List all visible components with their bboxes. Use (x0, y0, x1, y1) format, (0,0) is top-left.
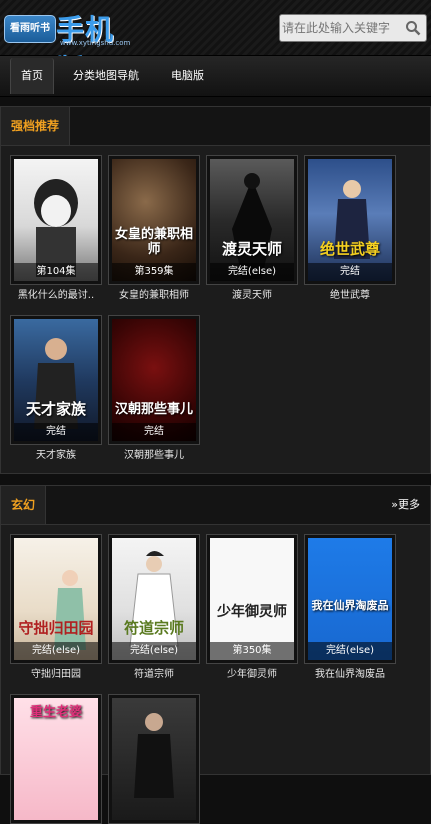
cover-image: 符道宗师 完结(else) (112, 538, 196, 660)
status-badge: 完结(else) (210, 263, 294, 281)
book-title[interactable]: 汉朝那些事儿 (102, 446, 206, 466)
book-title[interactable]: 天才家族 (4, 446, 108, 466)
status-badge: 完结(else) (14, 642, 98, 660)
cover-image: 汉朝那些事儿 完结 (112, 319, 196, 441)
cover-image: 渡灵天师 完结(else) (210, 159, 294, 281)
status-badge: 完结(else) (308, 642, 392, 660)
logo-url: www.xytingshu.com (60, 39, 131, 47)
book-cover[interactable]: 符道宗师 完结(else) (108, 534, 200, 664)
status-badge: 完结 (14, 423, 98, 441)
cover-image: 第104集 (14, 159, 98, 281)
status-badge: 完结 (308, 263, 392, 281)
cover-image: 我在仙界淘废品 完结(else) (308, 538, 392, 660)
episode-badge: 第104集 (14, 263, 98, 281)
cover-title: 符道宗师 (123, 618, 184, 637)
cover-title: 女皇的兼职相师 (114, 227, 193, 257)
app-header: 看雨听书 手机版 www.xytingshu.com (0, 0, 431, 86)
book-title[interactable]: 符道宗师 (102, 665, 206, 685)
cover-image: 天才家族 完结 (14, 319, 98, 441)
status-badge: 完结(else) (112, 642, 196, 660)
cover-image: 绝世武尊 完结 (308, 159, 392, 281)
more-link[interactable]: »更多 (391, 486, 420, 524)
book-title[interactable]: 绝世武尊 (298, 286, 402, 306)
search-input[interactable] (282, 17, 402, 39)
episode-badge: 第350集 (210, 642, 294, 660)
section-header: 强档推荐 (1, 107, 430, 146)
book-cover[interactable]: 天才家族 完结 (10, 315, 102, 445)
book-cover[interactable]: 我在仙界淘废品 完结(else) (304, 534, 396, 664)
book-title[interactable]: 守拙归田园 (4, 665, 108, 685)
book-cover[interactable]: 守拙归田园 完结(else) (10, 534, 102, 664)
book-cover[interactable]: 汉朝那些事儿 完结 (108, 315, 200, 445)
book-cover[interactable]: 渡灵天师 完结(else) (206, 155, 298, 285)
site-logo[interactable]: 看雨听书 手机版 www.xytingshu.com (4, 8, 139, 86)
cover-image (112, 698, 196, 820)
cover-title: 绝世武尊 (319, 239, 380, 258)
nav-category-map[interactable]: 分类地图导航 (73, 56, 139, 96)
book-title[interactable]: 女皇的兼职相师 (102, 286, 206, 306)
logo-badge: 看雨听书 (4, 15, 56, 43)
book-cover[interactable]: 重生老婆 (10, 694, 102, 824)
section-title: 玄幻 (1, 486, 47, 524)
book-cover[interactable]: 第104集 (10, 155, 102, 285)
cover-title: 汉朝那些事儿 (114, 401, 193, 417)
book-title[interactable]: 黑化什么的最讨.. (4, 286, 108, 306)
cover-image: 少年御灵师 第350集 (210, 538, 294, 660)
book-title[interactable]: 渡灵天师 (200, 286, 304, 306)
book-cover[interactable]: 女皇的兼职相师 第359集 (108, 155, 200, 285)
book-title[interactable]: 少年御灵师 (200, 665, 304, 685)
cover-title: 天才家族 (25, 399, 86, 418)
book-cover[interactable]: 少年御灵师 第350集 (206, 534, 298, 664)
section-fantasy: 玄幻 »更多 守拙归田园 完结(else) 守拙归田园 符道宗师 完结(else… (0, 485, 431, 824)
cover-image: 女皇的兼职相师 第359集 (112, 159, 196, 281)
cover-title: 渡灵天师 (221, 239, 282, 258)
cover-image: 守拙归田园 完结(else) (14, 538, 98, 660)
main-nav: 首页 分类地图导航 电脑版 (0, 56, 431, 97)
cover-image: 重生老婆 (14, 698, 98, 820)
book-title[interactable]: 我在仙界淘废品 (298, 665, 402, 685)
cover-title: 我在仙界淘废品 (311, 598, 389, 612)
book-cover[interactable]: 绝世武尊 完结 (304, 155, 396, 285)
nav-home[interactable]: 首页 (10, 58, 54, 94)
section-recommended: 强档推荐 第104集 黑化什么的最讨.. 女皇的兼职相师 第359集 女皇的兼职… (0, 106, 431, 474)
section-title: 强档推荐 (1, 107, 71, 145)
status-badge: 完结 (112, 423, 196, 441)
cover-title: 守拙归田园 (18, 618, 94, 637)
book-cover[interactable] (108, 694, 200, 824)
episode-badge: 第359集 (112, 263, 196, 281)
cover-title: 少年御灵师 (217, 603, 287, 620)
cover-title: 重生老婆 (29, 705, 82, 720)
nav-desktop-version[interactable]: 电脑版 (171, 56, 204, 96)
section-header: 玄幻 »更多 (1, 486, 430, 525)
search-icon[interactable] (405, 20, 421, 36)
search-box (279, 14, 427, 42)
